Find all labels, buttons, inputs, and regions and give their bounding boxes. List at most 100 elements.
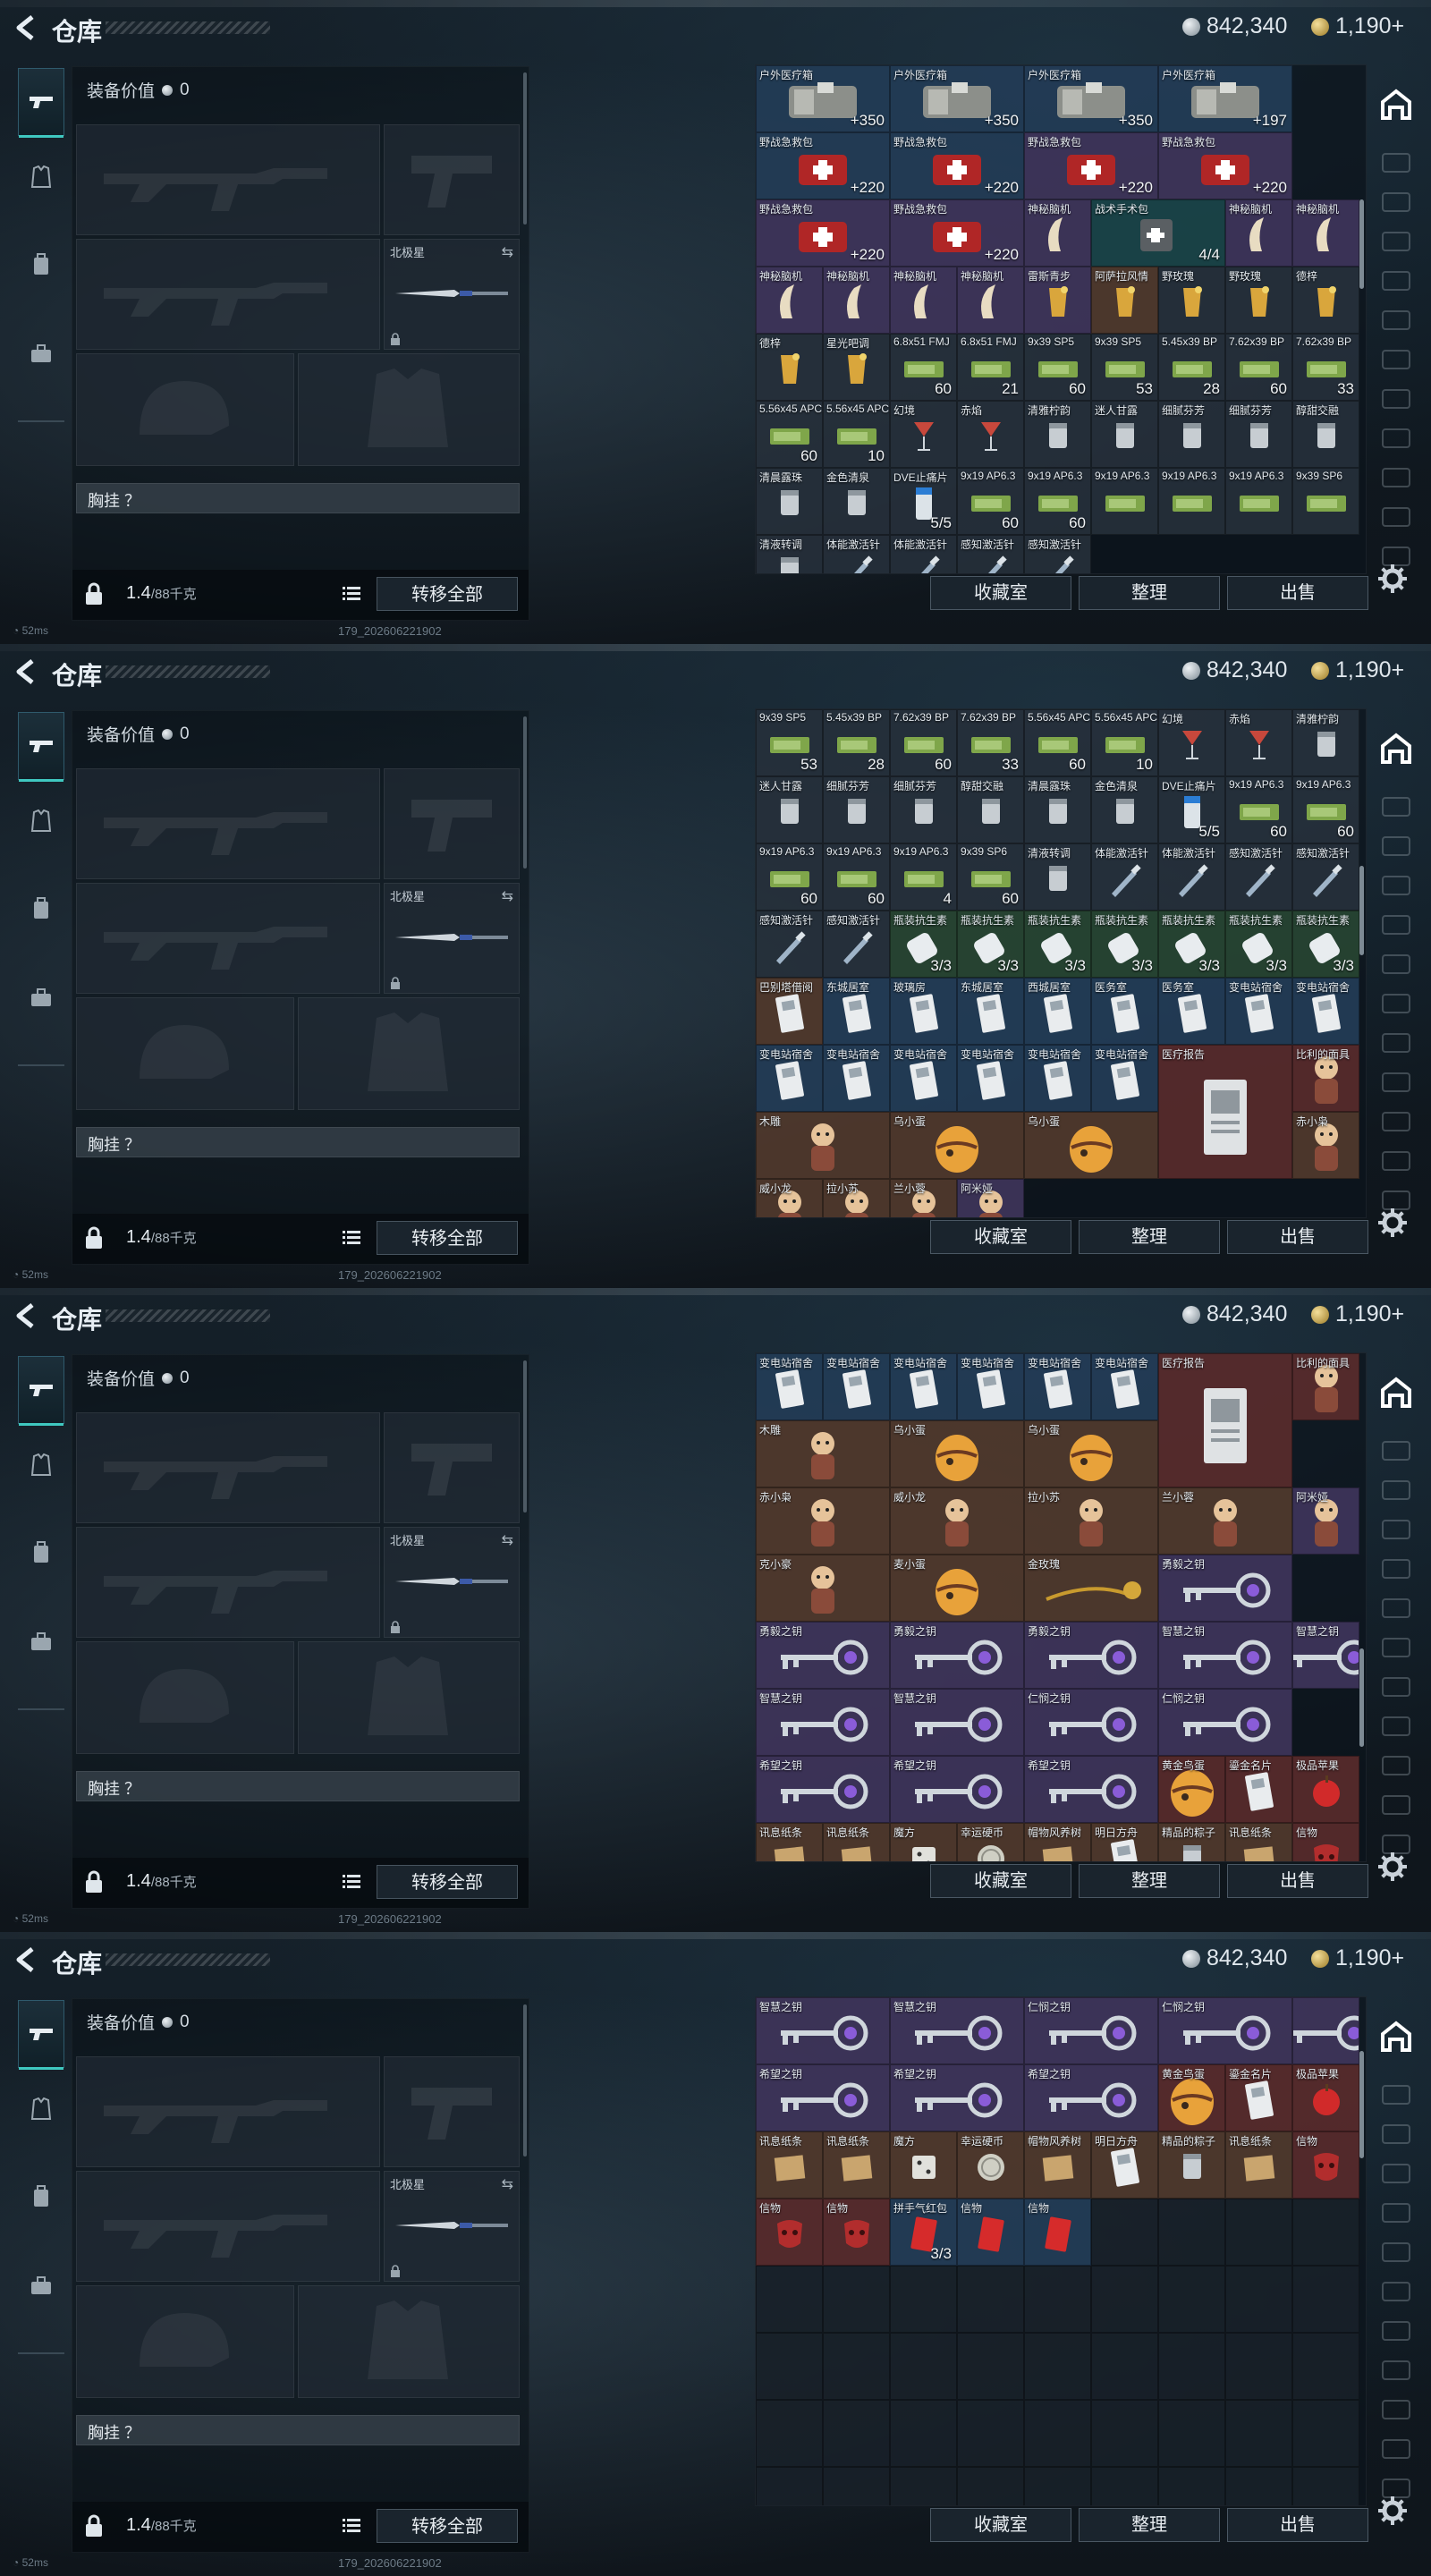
quick-slot-icon[interactable] <box>1377 2159 1415 2197</box>
collection-room-button[interactable]: 收藏室 <box>930 1864 1071 1898</box>
quick-slot-icon[interactable] <box>1377 1751 1415 1789</box>
sell-button[interactable]: 出售 <box>1227 576 1368 610</box>
sidearm-slot[interactable] <box>384 2056 520 2167</box>
empty-slot[interactable] <box>1292 2266 1359 2333</box>
inventory-item[interactable]: 东城居室 <box>957 978 1024 1045</box>
empty-slot[interactable] <box>1024 2467 1091 2505</box>
inventory-item[interactable]: 拼手气红包 3/3 <box>890 2199 957 2266</box>
empty-slot[interactable] <box>1225 2199 1292 2266</box>
empty-slot[interactable] <box>1225 2400 1292 2467</box>
inventory-item[interactable]: 5.56x45 APC 60 <box>1024 709 1091 776</box>
inventory-item[interactable]: 拉小苏 <box>823 1179 890 1217</box>
helmet-slot[interactable] <box>76 1641 294 1754</box>
inventory-item[interactable]: 战术手术包 4/4 <box>1091 199 1225 267</box>
empty-slot[interactable] <box>823 2400 890 2467</box>
sort-button[interactable]: 整理 <box>1079 1220 1220 1254</box>
inventory-item[interactable]: 神秘脑机 <box>756 267 823 334</box>
inventory-item[interactable]: 希望之钥 <box>1024 2064 1158 2131</box>
quick-slot-icon[interactable] <box>1377 1436 1415 1474</box>
inventory-item[interactable]: 5.45x39 BP 28 <box>823 709 890 776</box>
inventory-item[interactable]: 瓶装抗生素 3/3 <box>1024 911 1091 978</box>
inventory-item[interactable]: 体能激活针 <box>1091 843 1158 911</box>
inventory-item[interactable]: 讯息纸条 <box>756 1823 823 1861</box>
helmet-slot[interactable] <box>76 997 294 1110</box>
settings-gear-icon[interactable] <box>1377 2496 1408 2526</box>
inventory-item[interactable]: 瓶装抗生素 3/3 <box>957 911 1024 978</box>
empty-slot[interactable] <box>1024 2333 1091 2400</box>
sort-button[interactable]: 整理 <box>1079 1864 1220 1898</box>
quick-slot-icon[interactable] <box>1377 1673 1415 1710</box>
inventory-item[interactable]: 讯息纸条 <box>823 2131 890 2199</box>
empty-slot[interactable] <box>890 2266 957 2333</box>
inventory-item[interactable]: 9x39 SP5 53 <box>1091 334 1158 401</box>
quick-slot-icon[interactable] <box>1377 267 1415 304</box>
inventory-item[interactable] <box>1292 1997 1359 2064</box>
inventory-item[interactable]: 乌小蛋 <box>1024 1420 1158 1487</box>
inventory-item[interactable]: 雷斯青步 <box>1024 267 1091 334</box>
equipment-scrollbar[interactable] <box>523 72 527 225</box>
quick-slot-icon[interactable] <box>1377 2120 1415 2157</box>
warehouse-icon[interactable] <box>1377 2018 1415 2055</box>
collection-room-button[interactable]: 收藏室 <box>930 1220 1071 1254</box>
tab-backpack[interactable] <box>18 1519 64 1587</box>
inventory-item[interactable]: 星光吧调 <box>823 334 890 401</box>
swap-icon[interactable]: ⇆ <box>502 243 513 261</box>
inventory-item[interactable]: 9x19 AP6.3 60 <box>957 468 1024 535</box>
tab-weapons[interactable] <box>18 712 64 782</box>
sidearm-slot[interactable] <box>384 768 520 879</box>
inventory-item[interactable]: 神秘脑机 <box>957 267 1024 334</box>
inventory-item[interactable]: 9x19 AP6.3 4 <box>890 843 957 911</box>
gold-currency[interactable]: 1,190+ <box>1311 657 1404 683</box>
secondary-weapon-slot[interactable] <box>76 883 380 994</box>
lock-icon[interactable] <box>85 2514 103 2538</box>
quick-slot-icon[interactable] <box>1377 148 1415 186</box>
inventory-item[interactable]: 瓶装抗生素 3/3 <box>1292 911 1359 978</box>
melee-slot[interactable]: 北极星 ⇆ <box>384 239 520 350</box>
back-icon[interactable] <box>14 1946 36 1973</box>
inventory-item[interactable]: 感知激活针 <box>823 911 890 978</box>
inventory-item[interactable]: DVE止痛片 5/5 <box>1158 776 1225 843</box>
inventory-item[interactable]: 幸运硬币 <box>957 2131 1024 2199</box>
empty-slot[interactable] <box>1225 2333 1292 2400</box>
inventory-item[interactable]: 勇毅之钥 <box>1158 1555 1292 1622</box>
empty-slot[interactable] <box>1292 2467 1359 2505</box>
inventory-item[interactable]: 变电站宿舍 <box>1024 1045 1091 1112</box>
transfer-all-button[interactable]: 转移全部 <box>377 1221 518 1255</box>
inventory-item[interactable]: 医务室 <box>1158 978 1225 1045</box>
inventory-scrollbar[interactable] <box>1359 1648 1364 1747</box>
inventory-item[interactable]: 7.62x39 BP 60 <box>1225 334 1292 401</box>
empty-slot[interactable] <box>1024 2266 1091 2333</box>
inventory-item[interactable]: 9x19 AP6.3 60 <box>756 843 823 911</box>
inventory-item[interactable]: 德梓 <box>1292 267 1359 334</box>
inventory-item[interactable]: 兰小蓉 <box>1158 1487 1292 1555</box>
equipment-scrollbar[interactable] <box>523 716 527 869</box>
inventory-item[interactable]: 7.62x39 BP 33 <box>1292 334 1359 401</box>
inventory-item[interactable]: 瓶装抗生素 3/3 <box>1225 911 1292 978</box>
empty-slot[interactable] <box>1091 2467 1158 2505</box>
empty-slot[interactable] <box>1024 2400 1091 2467</box>
tab-armor[interactable] <box>18 787 64 855</box>
empty-slot[interactable] <box>1158 2266 1225 2333</box>
inventory-item[interactable]: 魔方 <box>890 2131 957 2199</box>
inventory-item[interactable]: 清晨露珠 <box>1024 776 1091 843</box>
primary-weapon-slot[interactable] <box>76 1412 380 1523</box>
empty-slot[interactable] <box>1158 2467 1225 2505</box>
inventory-item[interactable]: 赤小枭 <box>756 1487 890 1555</box>
inventory-item[interactable]: 野战急救包 +220 <box>890 199 1024 267</box>
inventory-item[interactable]: 明日方舟 <box>1091 2131 1158 2199</box>
quick-slot-icon[interactable] <box>1377 989 1415 1027</box>
inventory-item[interactable]: 西城居室 <box>1024 978 1091 1045</box>
inventory-item[interactable]: 希望之钥 <box>1024 1756 1158 1823</box>
quick-slot-icon[interactable] <box>1377 503 1415 540</box>
quick-slot-icon[interactable] <box>1377 1594 1415 1631</box>
empty-slot[interactable] <box>1225 2467 1292 2505</box>
inventory-item[interactable]: 比利的面具 <box>1292 1045 1359 1112</box>
inventory-item[interactable]: 细腻芬芳 <box>823 776 890 843</box>
quick-slot-icon[interactable] <box>1377 306 1415 343</box>
inventory-item[interactable]: 鎏金名片 <box>1225 1756 1292 1823</box>
inventory-item[interactable]: 威小龙 <box>890 1487 1024 1555</box>
armor-slot[interactable] <box>298 997 520 1110</box>
gold-currency[interactable]: 1,190+ <box>1311 1301 1404 1327</box>
quick-slot-icon[interactable] <box>1377 1555 1415 1592</box>
armor-slot[interactable] <box>298 1641 520 1754</box>
